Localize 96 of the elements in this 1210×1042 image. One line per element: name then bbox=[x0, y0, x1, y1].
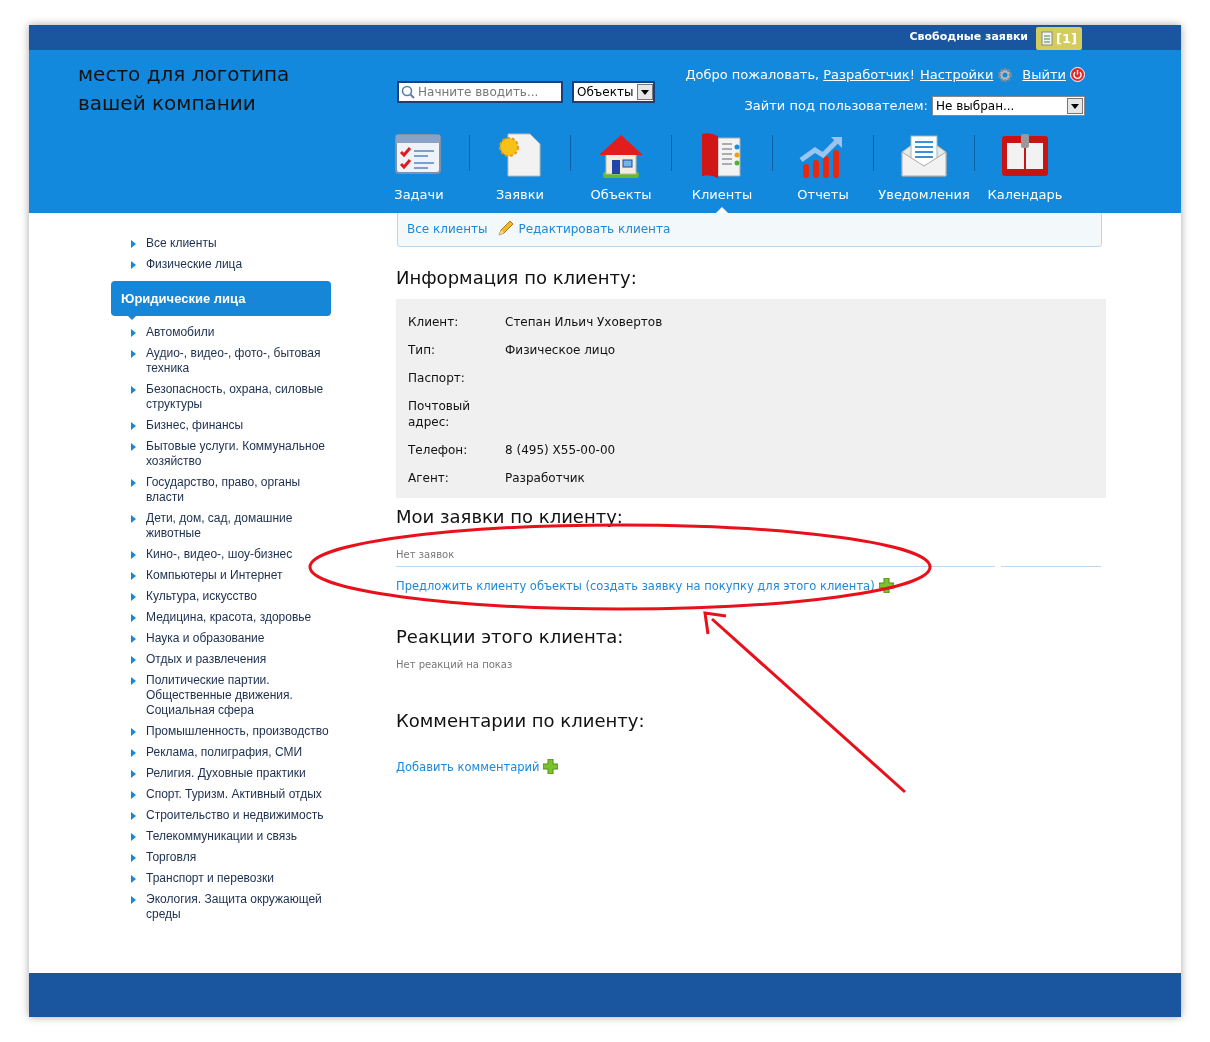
bullet-icon bbox=[131, 812, 136, 820]
bullet-icon bbox=[131, 593, 136, 601]
action-link[interactable]: Добавить комментарий bbox=[396, 759, 1106, 774]
logout-link[interactable]: Выйти bbox=[1022, 65, 1066, 85]
exclamation-text: ! bbox=[909, 66, 915, 84]
category-link[interactable]: Торговля bbox=[146, 850, 336, 865]
pencil-icon bbox=[497, 220, 515, 237]
category-link[interactable]: Реклама, полиграфия, СМИ bbox=[146, 745, 336, 760]
empty-text: Нет заявок bbox=[396, 549, 455, 560]
settings-icon bbox=[997, 66, 1014, 83]
section-heading: Мои заявки по клиенту: bbox=[396, 505, 624, 529]
bullet-icon bbox=[131, 728, 136, 736]
document-icon bbox=[1041, 31, 1054, 46]
scope-select[interactable]: Объекты bbox=[572, 81, 656, 103]
bullet-icon bbox=[131, 635, 136, 643]
bullet-icon bbox=[131, 422, 136, 430]
bullet-icon bbox=[131, 240, 136, 248]
category-link[interactable]: Телекоммуникации и связь bbox=[146, 829, 336, 844]
bullet-icon bbox=[131, 656, 136, 664]
category-link[interactable]: Дети, дом, сад, домашние животные bbox=[146, 511, 336, 541]
caret-icon bbox=[1067, 97, 1083, 114]
bullet-icon bbox=[131, 551, 136, 559]
plus-icon bbox=[878, 578, 894, 593]
field-value: 8 (495) X55-00-00 bbox=[505, 442, 616, 458]
field-label: Телефон: bbox=[408, 442, 469, 458]
field-value: Степан Ильич Уховертов bbox=[505, 314, 663, 330]
user-link[interactable]: Разработчик bbox=[823, 65, 910, 85]
nav-tab[interactable]: Объекты bbox=[570, 130, 672, 213]
category-link[interactable]: Все клиенты bbox=[146, 236, 336, 251]
category-link[interactable]: Отдых и развлечения bbox=[146, 652, 336, 667]
bullet-icon bbox=[131, 329, 136, 337]
bullet-icon bbox=[131, 515, 136, 523]
settings-link[interactable]: Настройки bbox=[919, 65, 994, 85]
field-label: Почтовый адрес: bbox=[408, 398, 472, 430]
bullet-icon bbox=[131, 791, 136, 799]
greeting-text: Добро пожаловать, bbox=[685, 66, 820, 84]
search-field[interactable]: Начните вводить... bbox=[397, 81, 563, 103]
bullet-icon bbox=[131, 479, 136, 487]
category-link[interactable]: Автомобили bbox=[146, 325, 336, 340]
category-link[interactable]: Компьютеры и Интернет bbox=[146, 568, 336, 583]
section-heading: Реакции этого клиента: bbox=[396, 625, 625, 649]
field-label: Паспорт: bbox=[408, 370, 466, 386]
category-link[interactable]: Бизнес, финансы bbox=[146, 418, 336, 433]
section-heading: Информация по клиенту: bbox=[396, 266, 638, 290]
category-link[interactable]: Государство, право, органы власти bbox=[146, 475, 336, 505]
subnav-link[interactable]: Все клиенты bbox=[407, 219, 488, 238]
category-link[interactable]: Спорт. Туризм. Активный отдых bbox=[146, 787, 336, 802]
field-label: Тип: bbox=[408, 342, 437, 358]
bullet-icon bbox=[131, 677, 136, 685]
field-value: Разработчик bbox=[505, 470, 585, 486]
category-link[interactable]: Строительство и недвижимость bbox=[146, 808, 336, 823]
category-link[interactable]: Безопасность, охрана, силовые структуры bbox=[146, 382, 336, 412]
bullet-icon bbox=[131, 749, 136, 757]
category-link[interactable]: Экология. Защита окружающей среды bbox=[146, 892, 336, 922]
category-link[interactable]: Аудио-, видео-, фото-, бытовая техника bbox=[146, 346, 336, 376]
nav-tab[interactable]: Задачи bbox=[368, 130, 470, 213]
category-link[interactable]: Религия. Духовные практики bbox=[146, 766, 336, 781]
subnav-link[interactable]: Редактировать клиента bbox=[497, 219, 671, 238]
category-link[interactable]: Культура, искусство bbox=[146, 589, 336, 604]
category-link[interactable]: Транспорт и перевозки bbox=[146, 871, 336, 886]
search-icon bbox=[401, 85, 415, 99]
bullet-icon bbox=[131, 875, 136, 883]
bullet-icon bbox=[131, 350, 136, 358]
logo-placeholder-text: место для логотипа вашей компании bbox=[78, 61, 291, 117]
impersonate-label: Зайти под пользователем: bbox=[744, 96, 928, 115]
field-value: Физическое лицо bbox=[505, 342, 616, 358]
bullet-icon bbox=[131, 572, 136, 580]
bullet-icon bbox=[131, 261, 136, 269]
category-link[interactable]: Физические лица bbox=[146, 257, 336, 272]
category-link[interactable]: Промышленность, производство bbox=[146, 724, 336, 739]
category-link[interactable]: Кино-, видео-, шоу-бизнес bbox=[146, 547, 336, 562]
action-link[interactable]: Предложить клиенту объекты (создать заявку на покупку для этого клиента) bbox=[396, 578, 1106, 593]
power-icon bbox=[1070, 67, 1085, 83]
field-label: Агент: bbox=[408, 470, 450, 486]
free-requests-label[interactable]: Свободные заявки bbox=[909, 29, 1029, 46]
plus-icon bbox=[543, 759, 559, 774]
caret-icon bbox=[637, 84, 654, 100]
bullet-icon bbox=[131, 854, 136, 862]
nav-tab[interactable]: Календарь bbox=[974, 130, 1076, 213]
section-heading: Комментарии по клиенту: bbox=[396, 709, 646, 733]
empty-text: Нет реакций на показ bbox=[396, 659, 514, 671]
bullet-icon bbox=[131, 443, 136, 451]
bullet-icon bbox=[131, 386, 136, 394]
bullet-icon bbox=[131, 614, 136, 622]
bullet-icon bbox=[131, 770, 136, 778]
bullet-icon bbox=[131, 833, 136, 841]
category-link[interactable]: Политические партии. Общественные движения. Социальная сфера bbox=[146, 673, 336, 718]
nav-tab[interactable]: Отчеты bbox=[772, 130, 874, 213]
user-select[interactable]: Не выбран... bbox=[932, 95, 1085, 116]
category-link[interactable]: Медицина, красота, здоровье bbox=[146, 610, 336, 625]
category-link[interactable]: Бытовые услуги. Коммунальное хозяйство bbox=[146, 439, 336, 469]
nav-tab[interactable]: Уведомления bbox=[873, 130, 975, 213]
nav-tab[interactable]: Заявки bbox=[469, 130, 571, 213]
bullet-icon bbox=[131, 896, 136, 904]
field-label: Клиент: bbox=[408, 314, 460, 330]
category-link[interactable]: Наука и образование bbox=[146, 631, 336, 646]
